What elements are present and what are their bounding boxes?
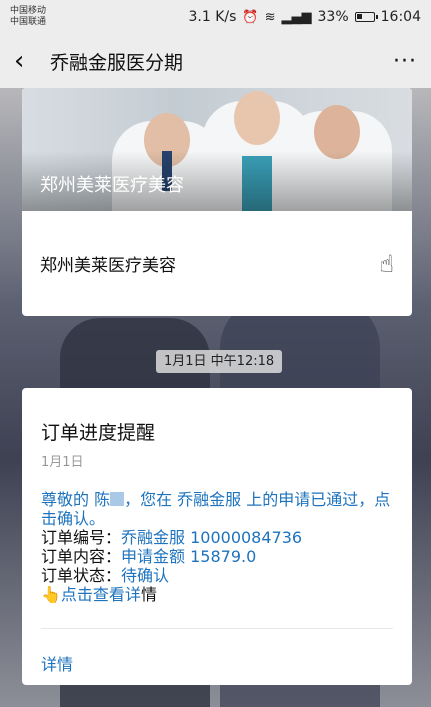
greeting: 尊敬的 陈 (41, 490, 111, 509)
link-card[interactable]: 郑州美莱医疗美容 郑州美莱医疗美容 ☝ (22, 88, 412, 316)
masked-name (110, 492, 125, 506)
hand-tap-icon: ☝ (379, 249, 394, 278)
link-body[interactable]: 郑州美莱医疗美容 ☝ (22, 211, 412, 316)
battery-percent: 33% (317, 9, 349, 25)
network-speed: 3.1 K/s (188, 9, 237, 25)
order-status-label: 订单状态： (41, 566, 122, 585)
details-link[interactable]: 详情 (41, 651, 393, 675)
order-content-label: 订单内容： (41, 547, 122, 566)
banner-image: 郑州美莱医疗美容 (22, 88, 412, 211)
clock: 16:04 (380, 9, 421, 25)
banner-title: 郑州美莱医疗美容 (40, 175, 184, 196)
wifi-icon: ≋ (264, 9, 276, 25)
message-body: 尊敬的 陈，您在 乔融金服 上的申请已通过，点击确认。 订单编号：乔融金服 10… (41, 490, 393, 604)
view-detail-line[interactable]: 👆点击查看详情 (41, 585, 393, 604)
order-number-line: 订单编号：乔融金服 10000084736 (41, 528, 393, 547)
link-text: 郑州美莱医疗美容 (40, 256, 176, 276)
pointing-finger-icon: 👆 (41, 585, 61, 604)
view-detail-tail: 情 (140, 585, 157, 604)
carrier-2: 中国联通 (10, 17, 47, 27)
order-content: 申请金额 15879.0 (121, 547, 257, 566)
timestamp: 1月1日 中午12:18 (156, 350, 283, 373)
order-number-label: 订单编号： (41, 528, 122, 547)
status-indicators: 3.1 K/s ⏰ ≋ ▂▄▆ 33% 16:04 (189, 9, 421, 25)
order-content-line: 订单内容：申请金额 15879.0 (41, 547, 393, 566)
signal-icon: ▂▄▆ (281, 9, 312, 25)
greeting-line: 尊敬的 陈，您在 乔融金服 上的申请已通过，点击确认。 (41, 490, 393, 528)
status-bar: 中国移动 中国联通 3.1 K/s ⏰ ≋ ▂▄▆ 33% 16:04 (0, 0, 431, 34)
nav-bar: ‹ 乔融金服医分期 ··· (0, 34, 431, 88)
order-status: 待确认 (121, 566, 170, 585)
order-number: 乔融金服 10000084736 (121, 528, 303, 547)
back-arrow-icon[interactable]: ‹ (14, 48, 44, 74)
order-status-line: 订单状态：待确认 (41, 566, 393, 585)
carriers: 中国移动 中国联通 (10, 6, 46, 28)
message-date: 1月1日 (41, 455, 84, 470)
divider (41, 628, 393, 629)
alarm-icon: ⏰ (242, 9, 259, 25)
more-dots-icon[interactable]: ··· (393, 49, 417, 74)
message-card[interactable]: 订单进度提醒 1月1日 尊敬的 陈，您在 乔融金服 上的申请已通过，点击确认。 … (22, 388, 412, 685)
page-title: 乔融金服医分期 (50, 51, 184, 74)
battery-icon (354, 12, 378, 22)
carrier-1: 中国移动 (10, 6, 47, 16)
message-title: 订单进度提醒 (41, 422, 156, 444)
view-detail-link[interactable]: 点击查看详 (61, 585, 141, 604)
